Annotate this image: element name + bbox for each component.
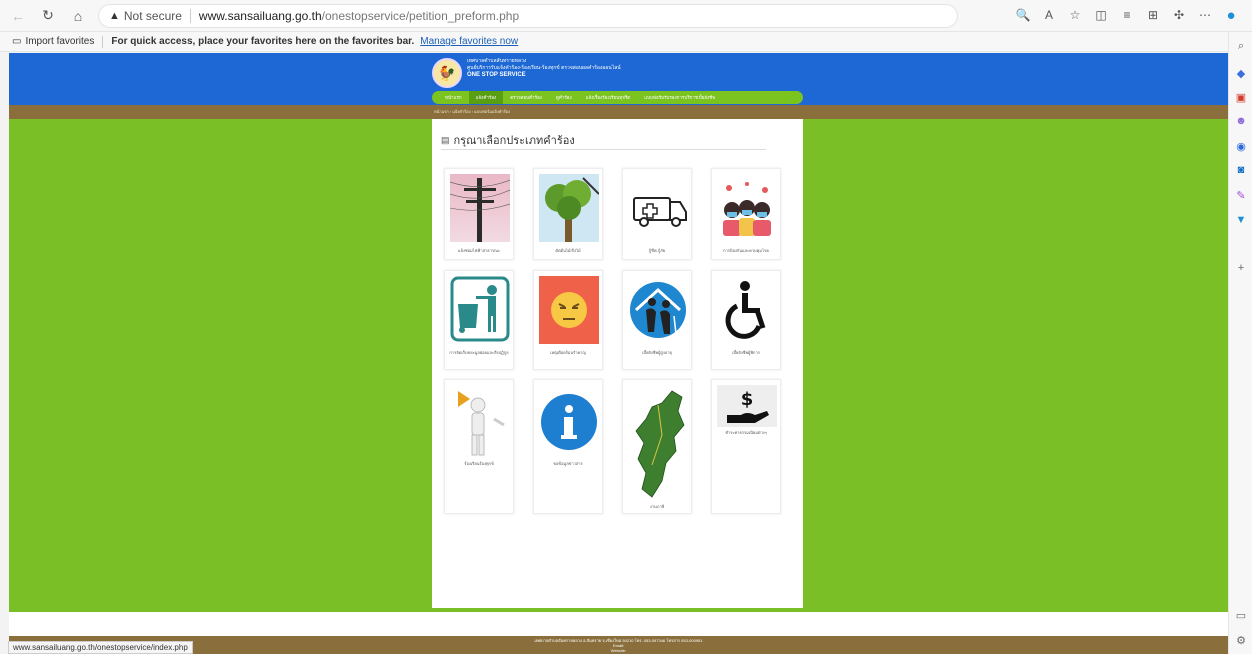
add-icon[interactable]: + [1233,260,1249,276]
card-tax[interactable]: งานภาษี [622,379,692,514]
url-host: www.sansailuang.go.th [198,8,322,23]
breadcrumb-bar: หน้าแรก › แจ้งคำร้อง › แบบฟอร์มแจ้งคำร้อ… [9,105,1228,119]
status-bar-url: www.sansailuang.go.th/onestopservice/ind… [8,641,193,654]
megaphone-icon [450,385,510,459]
url-path: /onestopservice/petition_preform.php [321,8,520,23]
annoyed-face-icon [539,276,599,344]
card-label: แจ้งซ่อมไฟฟ้าสาธารณะ [458,248,500,253]
card-label: งานภาษี [649,504,665,509]
office-icon[interactable]: ◉ [1233,138,1249,154]
breadcrumb[interactable]: หน้าแรก › แจ้งคำร้อง › แบบฟอร์มแจ้งคำร้อ… [434,108,510,115]
favorite-star-icon[interactable]: ☆ [1064,4,1086,26]
menu-allowance-form[interactable]: แบบฟอร์มรับรองการบริการเบี้ยยังชีพ [637,91,722,104]
favorites-divider [102,35,104,48]
card-tree-cutting[interactable]: ตัดต้นไม้/กิ่งไม้ [533,168,603,260]
search-icon[interactable]: ⌕ [1233,38,1249,54]
address-bar[interactable]: ▲ Not secure www.sansailuang.go.th/onest… [98,3,958,28]
svg-text:$: $ [741,389,754,410]
disease-control-icon [717,174,777,242]
page-title: ▤ กรุณาเลือกประเภทคำร้อง [441,131,575,149]
favorites-bar: ▭ Import favorites For quick access, plac… [0,32,1228,52]
menu-report-corruption[interactable]: แจ้งเรื่องร้องเรียนทุจริต [579,91,638,104]
document-icon: ▤ [441,134,450,145]
card-label: ตัดต้นไม้/กิ่งไม้ [555,248,581,253]
main-menu: หน้าแรก แจ้งคำร้อง ตรวจสอบคำร้อง ดูคำร้อ… [432,91,803,104]
card-label: เหตุเดือดร้อนรำคาญ [550,350,586,355]
favorites-message: For quick access, place your favorites h… [111,36,415,47]
org-line1: เทศบาลตำบลสันทรายหลวง [467,58,527,64]
settings-icon[interactable]: ⚙ [1233,632,1249,648]
card-label: เบี้ยยังชีพผู้สูงอายุ [642,350,672,355]
warning-icon: ▲ [109,9,120,22]
municipality-logo[interactable]: 🐓 [432,58,462,88]
folder-icon: ▭ [12,36,22,47]
map-icon [628,385,688,503]
panel-title-text: กรุณาเลือกประเภทคำร้อง [453,135,575,147]
card-disease-control[interactable]: การป้องกันและควบคุมโรค [711,168,781,260]
toolbox-icon[interactable]: ▣ [1233,89,1249,105]
tag-icon[interactable]: ◆ [1233,65,1249,81]
card-label: การป้องกันและควบคุมโรค [723,248,769,253]
page-bottom-spacer [9,612,1228,636]
web-page: 🐓 เทศบาลตำบลสันทรายหลวง ศูนย์บริการรับแจ… [9,53,1228,638]
card-street-light[interactable]: แจ้งซ่อมไฟฟ้าสาธารณะ [444,168,514,260]
card-fee-payment[interactable]: $ ชำระค่าธรรมเนียมต่างๆ [711,379,781,514]
card-label: ขอข้อมูลข่าวสาร [553,461,583,466]
ambulance-icon [628,174,688,242]
extensions-icon[interactable]: ✣ [1168,4,1190,26]
card-disability-allowance[interactable]: เบี้ยยังชีพผู้พิการ [711,270,781,370]
people-icon[interactable]: ☻ [1233,113,1249,129]
split-screen-icon[interactable]: ◫ [1090,4,1112,26]
collections-icon[interactable]: ⊞ [1142,4,1164,26]
menu-home[interactable]: หน้าแรก [438,91,469,104]
card-rescue[interactable]: กู้ชีพ-กู้ภัย [622,168,692,260]
card-label: การจัดเก็บขยะมูลฝอยและสิ่งปฏิกูล [449,350,509,355]
card-label: ชำระค่าธรรมเนียมต่างๆ [725,430,767,435]
favorites-list-icon[interactable]: ≡ [1116,4,1138,26]
screenshot-icon[interactable]: ▭ [1233,607,1249,623]
card-garbage-collection[interactable]: การจัดเก็บขยะมูลฝอยและสิ่งปฏิกูล [444,270,514,370]
card-complaint[interactable]: ร้องเรียนร้องทุกข์ [444,379,514,514]
menu-submit-petition[interactable]: แจ้งคำร้อง [468,91,504,104]
card-label: กู้ชีพ-กู้ภัย [648,248,666,253]
menu-view-petition[interactable]: ดูคำร้อง [549,91,579,104]
card-elderly-allowance[interactable]: เบี้ยยังชีพผู้สูงอายุ [622,270,692,370]
designer-icon[interactable]: ✎ [1233,187,1249,203]
petition-type-panel: ▤ กรุณาเลือกประเภทคำร้อง แจ้งซ่อมไฟฟ้าสา… [432,119,803,608]
edge-sidebar: ⌕ ◆ ▣ ☻ ◉ ◙ ✎ ▼ + ▭ ⚙ [1228,32,1252,654]
card-nuisance[interactable]: เหตุเดือดร้อนรำคาญ [533,270,603,370]
card-information-request[interactable]: ขอข้อมูลข่าวสาร [533,379,603,514]
card-label: เบี้ยยังชีพผู้พิการ [732,350,760,355]
payment-icon: $ [717,385,777,427]
electric-pole-icon [450,174,510,242]
refresh-icon[interactable]: ↻ [36,4,60,28]
info-icon [539,385,599,459]
home-icon[interactable]: ⌂ [66,4,90,28]
manage-favorites-link[interactable]: Manage favorites now [420,36,518,47]
import-favorites-label: Import favorites [25,36,95,47]
menu-check-petition[interactable]: ตรวจสอบคำร้อง [503,91,549,104]
zoom-icon[interactable]: 🔍 [1012,4,1034,26]
browser-toolbar: ← ↻ ⌂ ▲ Not secure www.sansailuang.go.th… [0,0,1252,32]
more-menu-icon[interactable]: ⋯ [1194,4,1216,26]
garbage-icon [450,276,510,344]
wheelchair-icon [717,276,777,344]
back-icon[interactable]: ← [6,4,30,28]
read-aloud-icon[interactable]: A [1038,4,1060,26]
site-header: 🐓 เทศบาลตำบลสันทรายหลวง ศูนย์บริการรับแจ… [9,53,1228,105]
org-line2: ศูนย์บริการรับแจ้งคำร้อง-ร้องเรียน-ร้องท… [467,65,621,71]
shopping-icon[interactable]: ▼ [1233,212,1249,228]
url-divider [189,8,191,23]
title-divider [441,149,766,150]
organization-name: เทศบาลตำบลสันทรายหลวง ศูนย์บริการรับแจ้ง… [467,58,621,79]
elderly-icon [628,276,688,344]
tree-icon [539,174,599,242]
not-secure-label: Not secure [123,8,182,23]
org-line3: ONE STOP SERVICE [467,72,526,78]
card-label: ร้องเรียนร้องทุกข์ [464,461,494,466]
outlook-icon[interactable]: ◙ [1233,162,1249,178]
import-favorites-button[interactable]: ▭ Import favorites [12,36,94,47]
copilot-icon[interactable]: ● [1220,4,1242,26]
